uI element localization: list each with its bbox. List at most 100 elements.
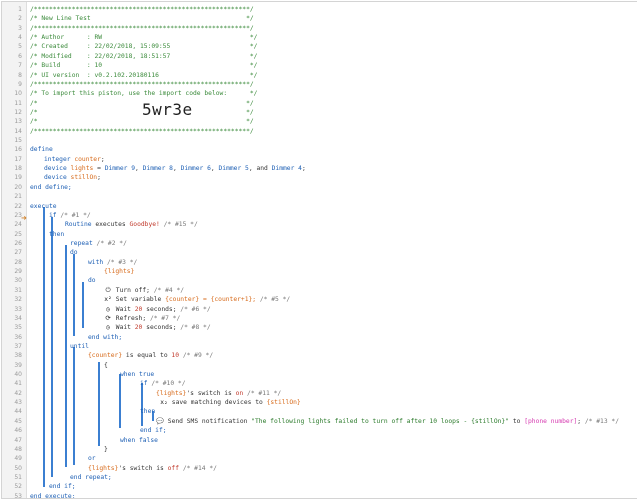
value: 20: [134, 324, 143, 332]
code-line: }: [30, 445, 635, 454]
line-number: 31: [14, 286, 22, 294]
variable-ref: {stillOn}: [266, 399, 301, 407]
variable-icon: x²: [104, 296, 112, 304]
header-comment: /***************************************…: [30, 6, 254, 13]
type-keyword: device: [44, 165, 67, 173]
piston-code-view: 1 2 3 4 5 6 7 8 9 10 11 12 13 14 15 16 17 18 19 20 21 22 23 24 2…: [1, 1, 637, 499]
operator: is equal to: [125, 352, 168, 360]
code-line: /***************************************…: [30, 80, 635, 89]
statement-id: /* #14 */: [182, 464, 217, 472]
code-line: define: [30, 145, 635, 154]
value: 10: [171, 352, 180, 360]
code-line: {lights}'s switch is on /* #11 */: [30, 389, 635, 398]
line-number: 5: [18, 43, 22, 51]
refresh-icon: ⟳: [105, 314, 111, 322]
code-line: /* */5wr3e: [30, 101, 635, 118]
ui-version-line: /* UI version : v0.2.102.20180116 */: [30, 71, 258, 79]
variable-ref: {counter}: [165, 296, 200, 304]
code-line: /* Author : RW */: [30, 33, 635, 42]
expression: = {counter+1};: [203, 296, 257, 304]
line-number: 40: [14, 371, 22, 379]
statement-id: /* #8 */: [180, 324, 211, 332]
line-number: 4: [18, 34, 22, 42]
code-line: end define;: [30, 183, 635, 192]
variable-ref: {lights}: [88, 464, 119, 472]
code-line: then: [30, 407, 635, 416]
end-if-keyword: end if;: [140, 427, 167, 435]
device-name: Dimmer 4: [271, 165, 302, 173]
when-false-keyword: when false: [120, 436, 158, 444]
line-number: 18: [14, 165, 22, 173]
line-number: 7: [18, 62, 22, 70]
end-repeat-keyword: end repeat;: [70, 474, 112, 481]
statement-id: /* #4 */: [153, 286, 185, 294]
code-line: end if;: [30, 426, 635, 435]
line-number: 29: [14, 268, 22, 276]
line-number: 13: [14, 118, 22, 126]
brace: }: [104, 445, 108, 453]
variable-name: counter: [74, 155, 101, 163]
when-true-keyword: when true: [120, 371, 155, 379]
condition-arrow-icon: ➜: [21, 214, 27, 222]
line-number: 38: [14, 352, 22, 360]
line-number: 27: [14, 249, 22, 257]
command: Set variable: [115, 296, 162, 304]
code-line: end execute;: [30, 492, 635, 499]
unit: seconds;: [146, 324, 177, 332]
line-number: 21: [14, 193, 22, 201]
header-comment: /***************************************…: [30, 24, 254, 32]
code-line: end if;: [30, 482, 635, 491]
type-keyword: device: [44, 174, 67, 182]
line-number: 47: [14, 436, 22, 444]
line-number: 25: [14, 230, 22, 238]
then-keyword: then: [49, 230, 65, 238]
line-number: 41: [14, 380, 22, 388]
timer-icon: ◷: [106, 324, 110, 332]
code-line: ⏻ Turn off; /* #4 */: [30, 286, 635, 295]
command: save matching devices to: [171, 399, 263, 407]
end-if-keyword: end if;: [49, 483, 76, 491]
command: Wait: [115, 305, 131, 313]
operator: executes: [95, 221, 126, 229]
line-number: 9: [18, 80, 22, 88]
code-line: {lights}: [30, 267, 635, 276]
code-line: /***************************************…: [30, 24, 635, 33]
code-line: end repeat;: [30, 473, 635, 482]
code-line: execute: [30, 202, 635, 211]
line-number: 1: [18, 6, 22, 13]
code-line: end with;: [30, 333, 635, 342]
code-line: or: [30, 454, 635, 463]
line-number: 52: [14, 483, 22, 491]
code-line: ◷ Wait 20 seconds; /* #6 */: [30, 305, 635, 314]
end-execute-keyword: end execute;: [30, 492, 76, 499]
code-line: integer counter;: [44, 155, 105, 163]
code-line: ◷ Wait 20 seconds; /* #8 */: [30, 323, 635, 332]
statement-id: /* #9 */: [182, 352, 214, 360]
statement-id: /* #7 */: [149, 314, 181, 322]
header-comment: /***************************************…: [30, 127, 254, 135]
define-keyword: define: [30, 146, 53, 154]
line-number: 19: [14, 174, 22, 182]
line-number: 23: [14, 211, 22, 219]
save-icon: x₂: [160, 399, 168, 407]
line-number: 44: [14, 408, 22, 416]
code-line: /* Build : 10 */: [30, 61, 635, 70]
device-name: Dimmer 9: [104, 165, 136, 173]
repeat-keyword: repeat: [70, 240, 93, 247]
then-keyword: then: [140, 408, 156, 416]
code-line: if /* #10 */: [30, 379, 635, 388]
timer-icon: ◷: [106, 305, 110, 313]
device-name: Dimmer 6: [180, 165, 211, 173]
line-number: 48: [14, 445, 22, 453]
header-comment: /* */: [30, 118, 254, 126]
statement-id: /* #6 */: [180, 305, 211, 313]
brace: {: [104, 361, 108, 369]
value: 20: [134, 305, 143, 313]
variable-name: stillOn: [70, 174, 98, 182]
header-comment: /***************************************…: [30, 80, 254, 88]
statement-id: /* #11 */: [247, 389, 282, 397]
line-number: 24: [14, 221, 22, 229]
line-number: 33: [14, 305, 22, 313]
code-line: Routine executes Goodbye! /* #15 */: [30, 220, 635, 229]
if-keyword: if: [140, 380, 148, 388]
